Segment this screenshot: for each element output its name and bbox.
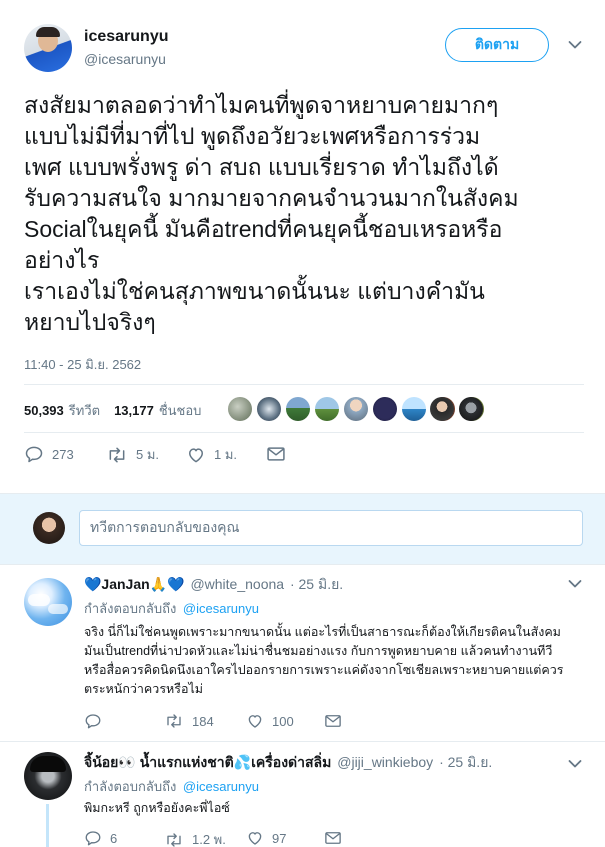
- reply-button[interactable]: 6: [84, 829, 117, 847]
- envelope-icon: [325, 832, 341, 844]
- reply-display-name[interactable]: จิ้น้อย👀 น้ำแรกแห่งชาติ💦เครื่องด่าสลิ่ม: [84, 754, 331, 770]
- envelope-icon: [267, 447, 285, 461]
- reply-button[interactable]: [84, 712, 110, 730]
- tweet-text-line: รับความสนใจ มากมายจากคนจำนวนมากในสังคม: [24, 185, 519, 211]
- retweet-icon: [109, 447, 125, 462]
- reply-text: จริง นี่ก็ไม่ใช่คนพูดเพราะมากขนาดนั้น แต…: [84, 623, 594, 699]
- replying-to-prefix: กำลังตอบกลับถึง: [84, 601, 177, 616]
- replying-to: กำลังตอบกลับถึง @icesarunyu: [84, 776, 259, 797]
- tweet-text: สงสัยมาตลอดว่าทำไมคนที่พูดจาหยาบคายมากๆ …: [24, 90, 594, 338]
- heart-icon: [248, 832, 262, 845]
- tweet-actions: 273 5 ม. 1 ม.: [24, 444, 324, 466]
- divider: [24, 384, 584, 385]
- follow-button[interactable]: ติดตาม: [445, 28, 549, 62]
- tweet-text-line: เพศ แบบพรั่งพรู ด่า สบถ แบบเรี่ยราด ทำไม…: [24, 154, 499, 180]
- liker-avatar[interactable]: [459, 397, 483, 421]
- tweet-text-line: หยาบไปจริงๆ: [24, 309, 156, 335]
- replying-to-handle[interactable]: @icesarunyu: [183, 779, 259, 794]
- reply-more-chevron-icon[interactable]: [568, 579, 582, 589]
- author-avatar[interactable]: [24, 24, 72, 72]
- like-count: 97: [272, 830, 287, 846]
- likes-count[interactable]: 13,177: [114, 403, 154, 418]
- liker-avatar[interactable]: [373, 397, 397, 421]
- retweets-label[interactable]: รีทวีต: [69, 400, 100, 421]
- more-options-chevron-icon[interactable]: [568, 40, 582, 50]
- retweet-icon: [167, 832, 181, 847]
- like-button[interactable]: 97: [246, 829, 286, 847]
- reply-text-line: พิมกะหรี ถูกหรือยังคะพี่ไอซ์: [84, 801, 230, 815]
- direct-message-button[interactable]: [324, 713, 342, 729]
- divider: [0, 741, 605, 742]
- liker-avatar[interactable]: [344, 397, 368, 421]
- reply-avatar[interactable]: [24, 578, 72, 626]
- reply-date[interactable]: · 25 มิ.ย.: [439, 754, 492, 770]
- reply-handle[interactable]: @jiji_winkieboy: [337, 754, 433, 770]
- reply-more-chevron-icon[interactable]: [568, 759, 582, 769]
- reply-header: จิ้น้อย👀 น้ำแรกแห่งชาติ💦เครื่องด่าสลิ่ม …: [84, 752, 492, 774]
- tweet-text-line: Socialในยุคนี้ มันคือtrendที่คนยุคนี้ชอบ…: [24, 216, 503, 242]
- reply-text-line: หรือสื่อควรคิดนิดนึงเอาใครไปออกรายการเพร…: [84, 663, 564, 677]
- liker-avatar[interactable]: [257, 397, 281, 421]
- liker-avatar[interactable]: [228, 397, 252, 421]
- reply-date[interactable]: · 25 มิ.ย.: [290, 576, 343, 592]
- reply-header: 💙JanJan🙏💙 @white_noona · 25 มิ.ย.: [84, 574, 343, 596]
- reply-actions: 184 100: [84, 712, 384, 734]
- like-count: 1 ม.: [214, 447, 238, 462]
- thread-line: [46, 804, 49, 847]
- reply-icon: [25, 446, 43, 463]
- like-button[interactable]: 1 ม.: [186, 444, 237, 465]
- replying-to: กำลังตอบกลับถึง @icesarunyu: [84, 598, 259, 619]
- retweet-button[interactable]: 5 ม.: [106, 444, 159, 465]
- replying-to-handle[interactable]: @icesarunyu: [183, 601, 259, 616]
- reply-input[interactable]: ทวีตการตอบกลับของคุณ: [79, 510, 583, 546]
- retweet-count: 184: [192, 713, 214, 729]
- liker-avatar[interactable]: [402, 397, 426, 421]
- heart-icon: [189, 447, 203, 462]
- reply-text: พิมกะหรี ถูกหรือยังคะพี่ไอซ์: [84, 799, 230, 818]
- liker-avatar[interactable]: [315, 397, 339, 421]
- liker-avatar[interactable]: [286, 397, 310, 421]
- like-button[interactable]: 100: [246, 712, 294, 730]
- tweet-stats: 50,393 รีทวีต 13,177 ชื่นชอบ: [24, 400, 201, 421]
- tweet-text-line: แบบไม่มีที่มาที่ไป พูดถึงอวัยวะเพศหรือกา…: [24, 123, 481, 149]
- divider: [24, 432, 584, 433]
- reply-text-line: จริง นี่ก็ไม่ใช่คนพูดเพราะมากขนาดนั้น แต…: [84, 625, 561, 639]
- reply-text-line: มันเป็นtrendที่น่าปวดหัวและไม่น่าชื่นชมอ…: [84, 644, 553, 658]
- reply-text-line: ตระหนักว่าควรหรือไม่: [84, 682, 204, 696]
- reply-count: 273: [52, 446, 74, 462]
- tweet-text-line: อย่างไร: [24, 247, 100, 273]
- replying-to-prefix: กำลังตอบกลับถึง: [84, 779, 177, 794]
- liker-avatar[interactable]: [430, 397, 454, 421]
- reply-icon: [85, 714, 101, 729]
- like-count: 100: [272, 713, 294, 729]
- likes-label[interactable]: ชื่นชอบ: [159, 400, 202, 421]
- heart-icon: [248, 715, 262, 728]
- reply-handle[interactable]: @white_noona: [190, 576, 284, 592]
- direct-message-button[interactable]: [324, 830, 342, 846]
- reply-icon: [85, 831, 101, 846]
- tweet-text-line: เราเองไม่ใช่คนสุภาพขนาดนั้นนะ แต่บางคำมั…: [24, 278, 485, 304]
- reply-avatar[interactable]: [24, 752, 72, 800]
- current-user-avatar[interactable]: [33, 512, 65, 544]
- reply-display-name[interactable]: 💙JanJan🙏💙: [84, 576, 185, 592]
- reply-button[interactable]: 273: [24, 444, 74, 464]
- retweet-count: 5 ม.: [136, 447, 160, 462]
- reply-count: 6: [110, 830, 118, 846]
- liker-avatars-extra: [430, 397, 490, 421]
- reply-actions: 6 1.2 พ. 97: [84, 829, 384, 847]
- retweet-button[interactable]: 184: [164, 712, 214, 730]
- retweet-button[interactable]: 1.2 พ.: [164, 829, 226, 847]
- envelope-icon: [325, 715, 341, 727]
- author-handle[interactable]: @icesarunyu: [84, 51, 166, 67]
- retweet-icon: [167, 714, 181, 728]
- tweet-timestamp[interactable]: 11:40 - 25 มิ.ย. 2562: [24, 354, 141, 375]
- author-display-name[interactable]: icesarunyu: [84, 28, 168, 46]
- retweets-count[interactable]: 50,393: [24, 403, 64, 418]
- direct-message-button[interactable]: [266, 445, 286, 463]
- tweet-text-line: สงสัยมาตลอดว่าทำไมคนที่พูดจาหยาบคายมากๆ: [24, 92, 499, 118]
- retweet-count: 1.2 พ.: [192, 832, 226, 847]
